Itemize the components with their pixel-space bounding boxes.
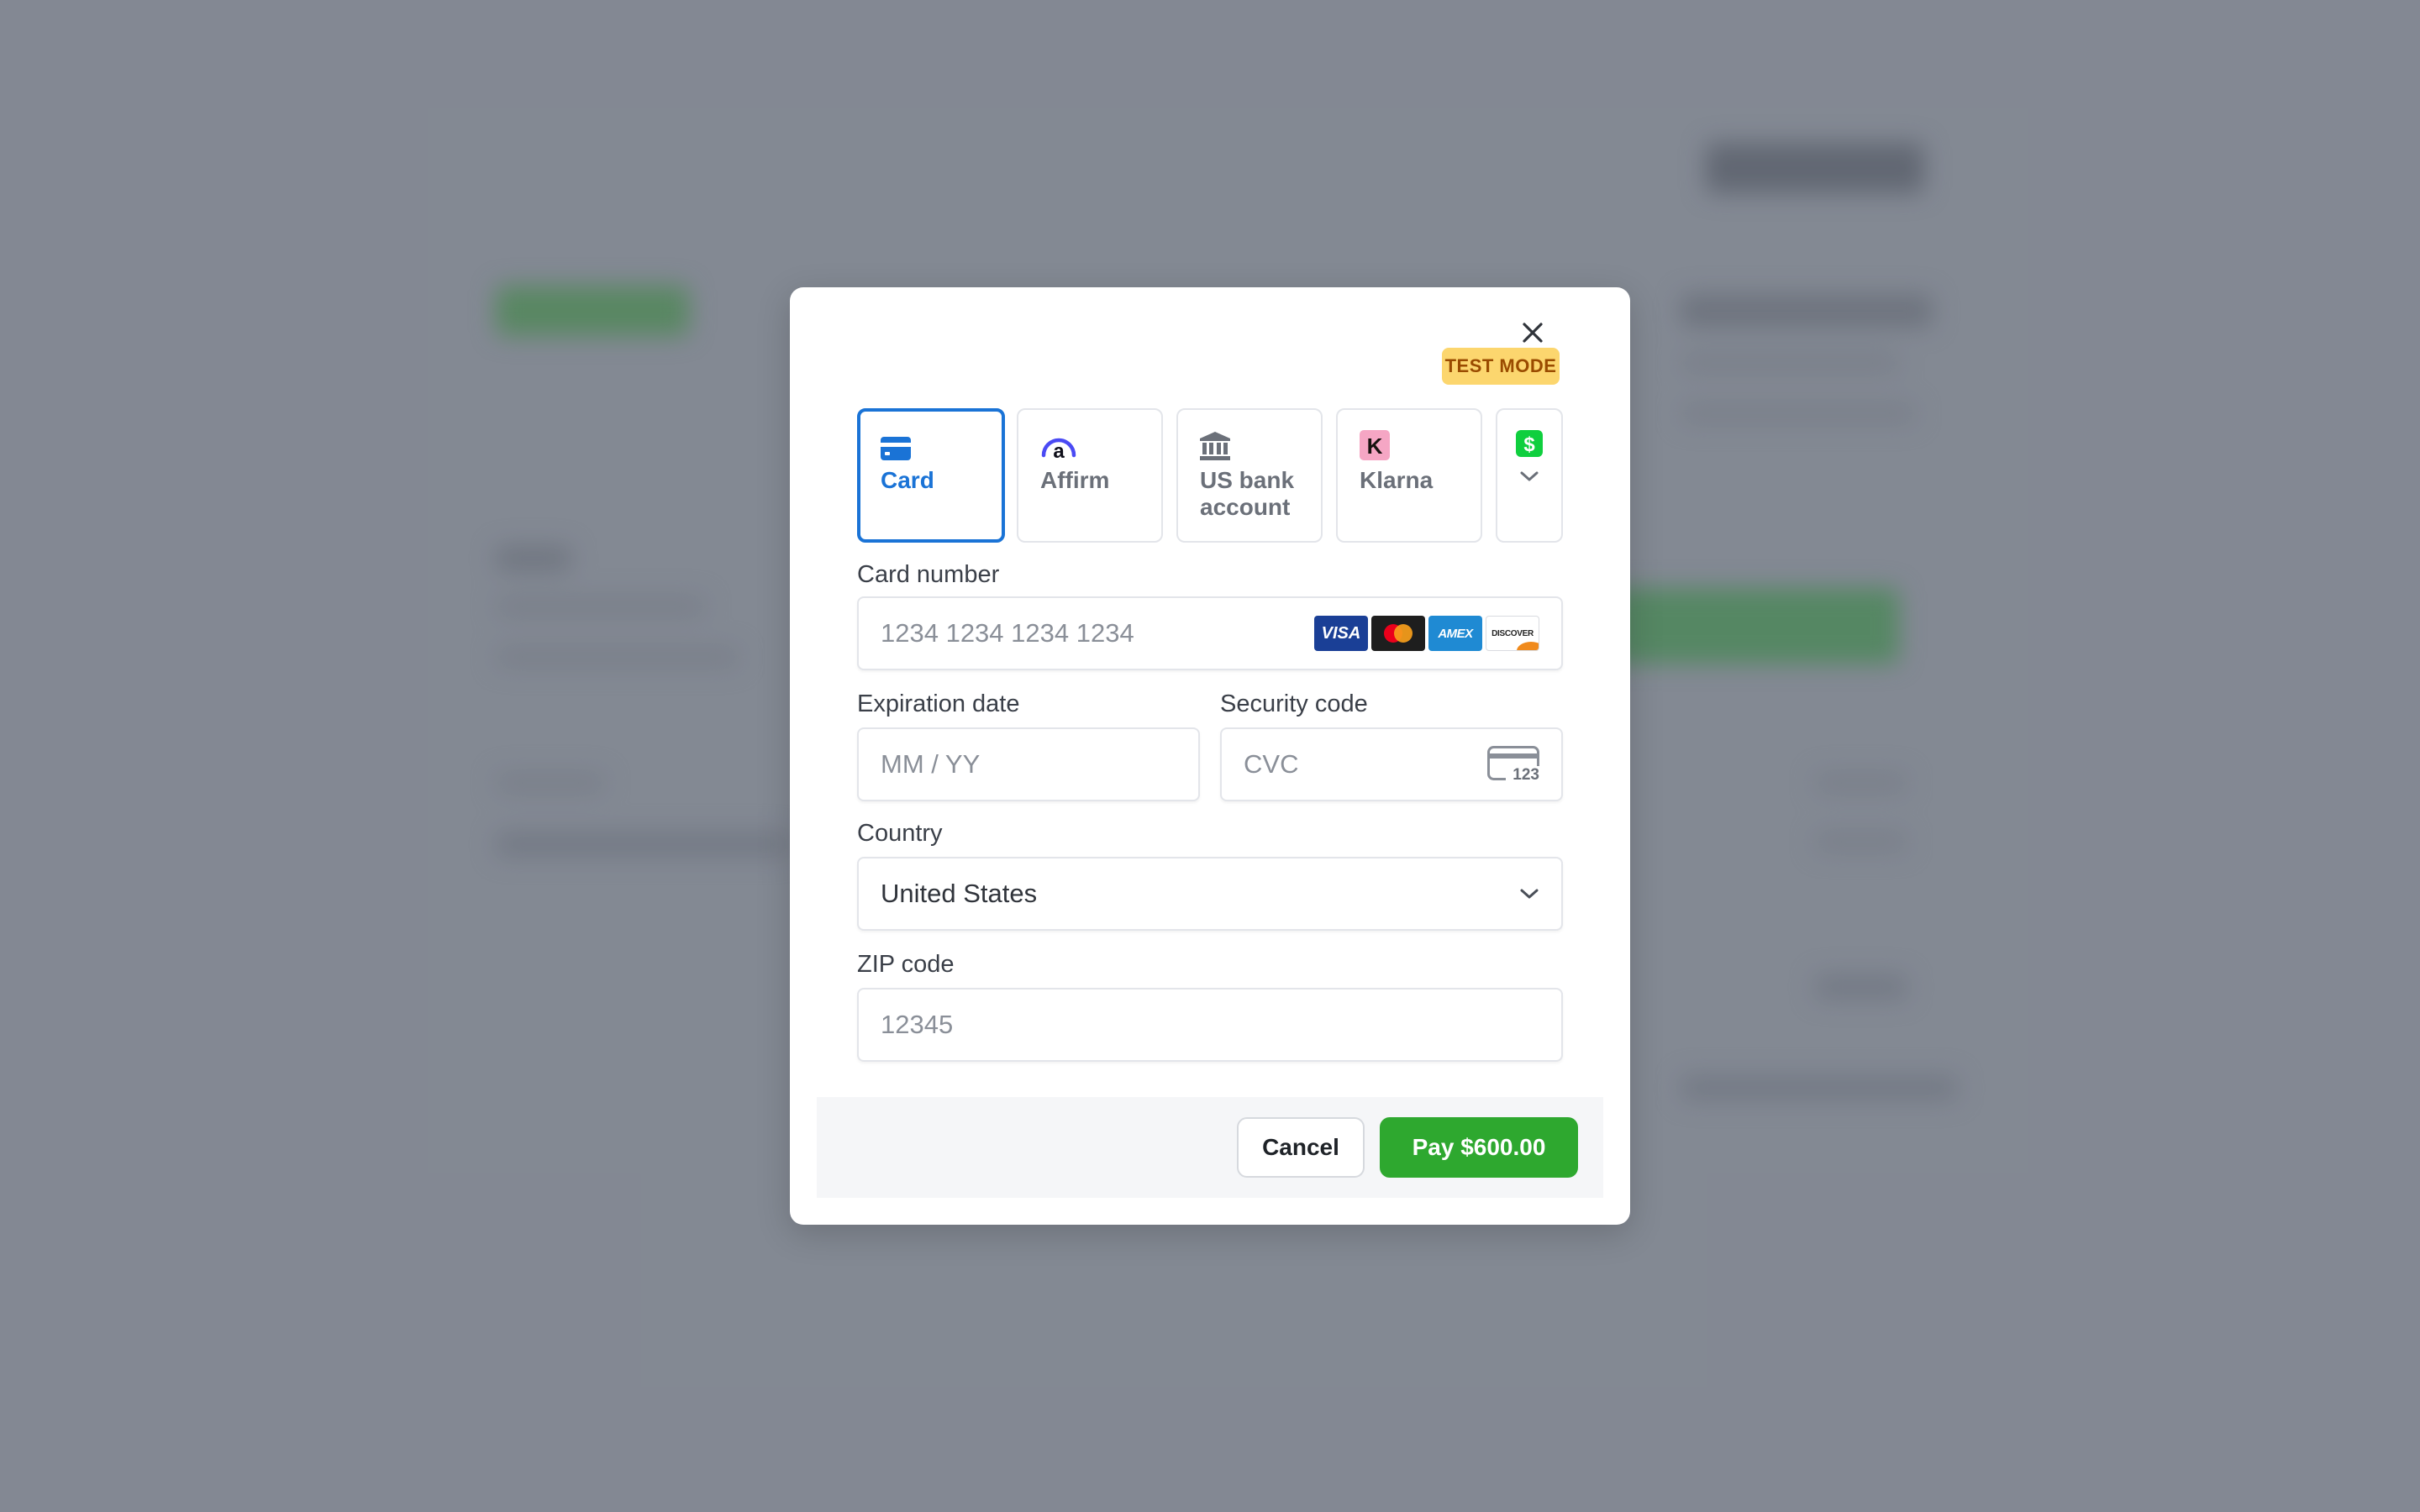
tab-card-label: Card bbox=[881, 467, 934, 493]
country-value: United States bbox=[881, 879, 1038, 908]
bank-icon bbox=[1200, 432, 1230, 460]
expiration-label: Expiration date bbox=[857, 690, 1020, 717]
amex-icon: AMEX bbox=[1428, 616, 1482, 651]
payment-method-tabs: Card a Affirm US bank account K Klarna $ bbox=[857, 408, 1563, 543]
country-label: Country bbox=[857, 820, 943, 847]
svg-text:K: K bbox=[1367, 433, 1383, 459]
discover-icon: DISCOVER bbox=[1486, 616, 1539, 651]
klarna-icon: K bbox=[1360, 430, 1390, 460]
expiration-input[interactable]: MM / YY bbox=[857, 727, 1200, 801]
country-select[interactable]: United States bbox=[857, 857, 1563, 931]
tab-us-bank-account[interactable]: US bank account bbox=[1176, 408, 1323, 543]
close-icon bbox=[1523, 323, 1543, 343]
card-number-input[interactable]: 1234 1234 1234 1234 VISA AMEX DISCOVER bbox=[857, 596, 1563, 670]
cash-app-icon: $ bbox=[1516, 430, 1543, 457]
modal-footer: Cancel Pay $600.00 bbox=[817, 1097, 1603, 1198]
tab-affirm-label: Affirm bbox=[1040, 467, 1110, 493]
tab-klarna-label: Klarna bbox=[1360, 467, 1434, 493]
close-button[interactable] bbox=[1516, 316, 1549, 349]
cvc-card-icon: 123 bbox=[1487, 746, 1539, 784]
card-number-placeholder: 1234 1234 1234 1234 bbox=[881, 618, 1134, 648]
tab-more-methods[interactable]: $ bbox=[1496, 408, 1563, 543]
card-brands: VISA AMEX DISCOVER bbox=[1311, 616, 1539, 651]
cancel-button[interactable]: Cancel bbox=[1237, 1117, 1365, 1178]
visa-icon: VISA bbox=[1314, 616, 1368, 651]
tab-us-bank-label: US bank account bbox=[1200, 467, 1295, 520]
chevron-down-icon bbox=[1520, 471, 1539, 481]
test-mode-badge: TEST MODE bbox=[1442, 348, 1560, 385]
svg-text:$: $ bbox=[1523, 433, 1535, 456]
pay-button[interactable]: Pay $600.00 bbox=[1380, 1117, 1578, 1178]
zip-label: ZIP code bbox=[857, 951, 955, 978]
zip-input[interactable]: 12345 bbox=[857, 988, 1563, 1062]
security-code-input[interactable]: CVC 123 bbox=[1220, 727, 1563, 801]
expiration-placeholder: MM / YY bbox=[881, 749, 981, 779]
tab-klarna[interactable]: K Klarna bbox=[1336, 408, 1482, 543]
affirm-icon: a bbox=[1041, 438, 1076, 460]
card-number-label: Card number bbox=[857, 561, 1000, 588]
tab-affirm[interactable]: a Affirm bbox=[1017, 408, 1163, 543]
card-icon bbox=[881, 437, 911, 460]
security-code-label: Security code bbox=[1220, 690, 1368, 717]
zip-placeholder: 12345 bbox=[881, 1010, 954, 1039]
mastercard-icon bbox=[1371, 616, 1425, 651]
chevron-down-icon bbox=[1520, 889, 1539, 899]
svg-text:a: a bbox=[1053, 440, 1065, 460]
security-code-placeholder: CVC bbox=[1244, 749, 1299, 779]
tab-card[interactable]: Card bbox=[857, 408, 1005, 543]
payment-modal: TEST MODE Card a Affirm US bank account … bbox=[790, 287, 1630, 1225]
